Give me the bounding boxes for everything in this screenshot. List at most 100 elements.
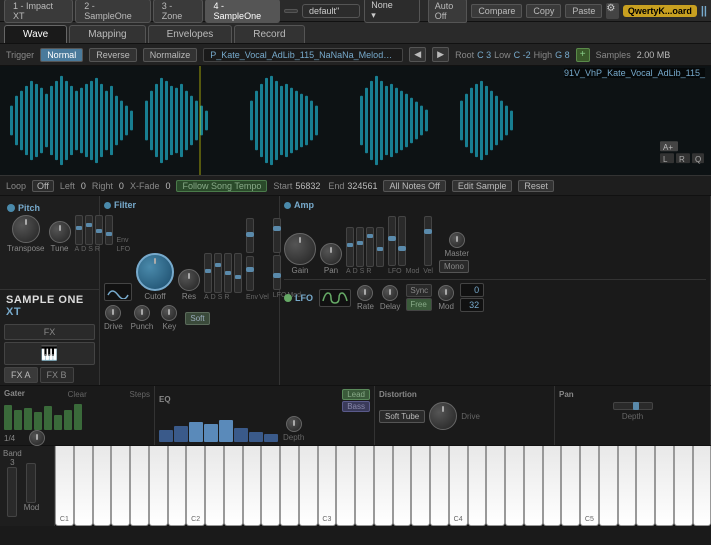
piano-icon-btn[interactable]: 🎹 <box>4 342 95 365</box>
top-bar-tab-2[interactable]: 2 - SampleOne <box>75 0 150 23</box>
gater-bar-8[interactable] <box>74 404 82 430</box>
filename-display[interactable]: P_Kate_Vocal_AdLib_115_NaNaNa_Melody_Cl <box>203 48 403 62</box>
reverse-btn[interactable]: Reverse <box>89 48 137 62</box>
pitch-adsr-a[interactable] <box>75 215 83 245</box>
filter-vel-fader[interactable] <box>246 256 254 291</box>
white-key[interactable] <box>524 446 543 526</box>
delay-knob[interactable] <box>382 285 398 301</box>
loop-dropdown[interactable]: Off <box>32 180 54 192</box>
amp-adsr-r[interactable] <box>376 227 384 267</box>
gater-bar-6[interactable] <box>54 415 62 430</box>
cutoff-knob[interactable] <box>136 253 174 291</box>
trigger-mode-btn[interactable]: Normal <box>40 48 83 62</box>
white-key[interactable] <box>636 446 655 526</box>
pan-knob[interactable] <box>320 243 342 265</box>
white-key[interactable] <box>299 446 318 526</box>
white-key[interactable]: C2 <box>186 446 205 526</box>
bass-btn[interactable]: Bass <box>342 401 370 412</box>
edit-sample-btn[interactable]: Edit Sample <box>452 180 513 192</box>
settings-icon[interactable]: ⚙ <box>606 3 618 19</box>
transpose-knob[interactable] <box>12 215 40 243</box>
auto-off-btn[interactable]: Auto Off <box>428 0 468 23</box>
white-key[interactable] <box>355 446 374 526</box>
none-dropdown[interactable]: None ▾ <box>364 0 419 23</box>
white-key[interactable] <box>280 446 299 526</box>
white-key[interactable] <box>243 446 262 526</box>
filter-wave-selector[interactable] <box>104 283 132 301</box>
white-key[interactable] <box>393 446 412 526</box>
eq-band-6[interactable] <box>234 428 248 442</box>
pitch-adsr-d[interactable] <box>85 215 93 245</box>
paste-btn[interactable]: Paste <box>565 4 602 18</box>
white-key[interactable] <box>618 446 637 526</box>
eq-band-5[interactable] <box>219 420 233 442</box>
eq-band-7[interactable] <box>249 432 263 442</box>
tab-wave[interactable]: Wave <box>4 25 67 43</box>
gater-bar-5[interactable] <box>44 406 52 430</box>
compare-btn[interactable]: Compare <box>471 4 522 18</box>
white-key[interactable] <box>93 446 112 526</box>
white-key[interactable] <box>374 446 393 526</box>
gater-bar-4[interactable] <box>34 412 42 430</box>
master-knob[interactable] <box>449 232 465 248</box>
white-key[interactable] <box>261 446 280 526</box>
all-notes-btn[interactable]: All Notes Off <box>383 180 445 192</box>
white-key[interactable] <box>655 446 674 526</box>
fx-a-btn[interactable]: FX A <box>4 367 38 383</box>
gater-bar-1[interactable] <box>4 405 12 430</box>
filter-adsr-d[interactable] <box>214 253 222 293</box>
white-key[interactable] <box>468 446 487 526</box>
rate-knob[interactable] <box>357 285 373 301</box>
eq-band-1[interactable] <box>159 430 173 442</box>
tab-record[interactable]: Record <box>234 25 304 43</box>
tab-mapping[interactable]: Mapping <box>69 25 145 43</box>
white-key[interactable] <box>74 446 93 526</box>
drive-knob[interactable] <box>105 305 121 321</box>
mod-fader[interactable] <box>26 463 36 503</box>
filter-adsr-r[interactable] <box>234 253 242 293</box>
amp-adsr-a[interactable] <box>346 227 354 267</box>
amp-adsr-d[interactable] <box>356 227 364 267</box>
dist-drive-knob[interactable] <box>429 402 457 430</box>
gater-depth-knob[interactable] <box>29 430 45 446</box>
white-key[interactable]: C3 <box>318 446 337 526</box>
copy-btn[interactable]: Copy <box>526 4 561 18</box>
white-key[interactable] <box>130 446 149 526</box>
soft-btn[interactable]: Soft <box>185 312 209 325</box>
band-fader[interactable] <box>7 467 17 517</box>
mono-btn[interactable]: Mono <box>439 260 469 273</box>
amp-vel-fader[interactable] <box>424 216 432 266</box>
white-key[interactable]: C5 <box>580 446 599 526</box>
add-sample-btn[interactable]: + <box>576 48 590 62</box>
white-key[interactable] <box>111 446 130 526</box>
follow-tempo-btn[interactable]: Follow Song Tempo <box>176 180 267 192</box>
top-bar-tab-1[interactable]: 1 - Impact XT <box>4 0 73 23</box>
white-key[interactable] <box>543 446 562 526</box>
white-key[interactable] <box>486 446 505 526</box>
reset-btn[interactable]: Reset <box>518 180 554 192</box>
amp-adsr-s[interactable] <box>366 227 374 267</box>
eq-band-3[interactable] <box>189 422 203 442</box>
white-key[interactable]: C1 <box>55 446 74 526</box>
pan-fader[interactable] <box>613 402 653 410</box>
white-key[interactable] <box>693 446 711 526</box>
top-bar-tab-4[interactable]: 4 - SampleOne <box>205 0 280 23</box>
eq-band-2[interactable] <box>174 426 188 442</box>
tab-envelopes[interactable]: Envelopes <box>148 25 233 43</box>
key-knob[interactable] <box>161 305 177 321</box>
top-bar-tab-3[interactable]: 3 - Zone <box>153 0 203 23</box>
white-key[interactable] <box>205 446 224 526</box>
normalize-btn[interactable]: Normalize <box>143 48 198 62</box>
eq-depth-knob[interactable] <box>286 416 302 432</box>
fx-btn[interactable]: FX <box>4 324 95 340</box>
gain-knob[interactable] <box>284 233 316 265</box>
filter-env-fader[interactable] <box>246 218 254 253</box>
white-key[interactable] <box>505 446 524 526</box>
white-key[interactable] <box>674 446 693 526</box>
white-key[interactable]: C4 <box>449 446 468 526</box>
prev-sample-btn[interactable]: ◀ <box>409 47 426 62</box>
gater-bar-2[interactable] <box>14 410 22 430</box>
white-key[interactable] <box>336 446 355 526</box>
res-knob[interactable] <box>178 269 200 291</box>
lfo-mod-knob[interactable] <box>438 285 454 301</box>
